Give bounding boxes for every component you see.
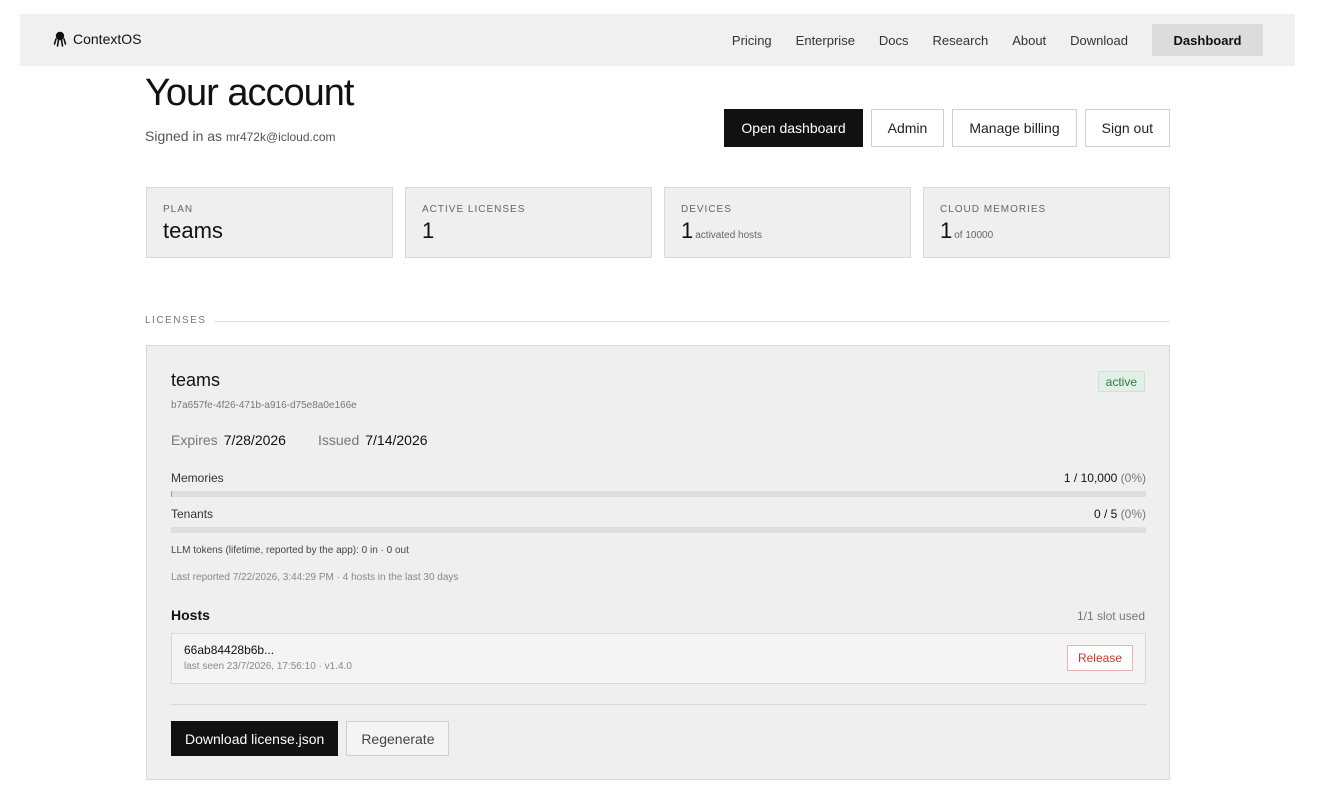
stat-label: CLOUD MEMORIES — [940, 204, 1047, 215]
nav-research[interactable]: Research — [933, 33, 989, 48]
manage-billing-button[interactable]: Manage billing — [952, 109, 1077, 147]
nav-pricing[interactable]: Pricing — [732, 33, 772, 48]
host-id: 66ab84428b6b... — [184, 643, 275, 657]
stat-number: teams — [163, 218, 223, 243]
last-reported-text: Last reported 7/22/2026, 3:44:29 PM · 4 … — [171, 572, 459, 583]
stat-value: 1 activated hosts — [681, 219, 894, 248]
section-divider — [214, 321, 1170, 322]
status-badge: active — [1097, 371, 1145, 392]
license-id: b7a657fe-4f26-471b-a916-d75e8a0e166e — [171, 400, 357, 411]
top-nav: ContextOS Pricing Enterprise Docs Resear… — [20, 14, 1295, 66]
nav-links: Pricing Enterprise Docs Research About D… — [732, 14, 1295, 66]
host-last-seen: last seen 23/7/2026, 17:56:10 · v1.4.0 — [184, 661, 352, 672]
expires-field: Expires 7/28/2026 — [171, 432, 286, 448]
regenerate-button[interactable]: Regenerate — [346, 721, 450, 756]
license-dates: Expires 7/28/2026 Issued 7/14/2026 — [171, 432, 428, 448]
card-divider — [171, 704, 1146, 705]
sign-out-button[interactable]: Sign out — [1084, 109, 1170, 147]
license-card: teams b7a657fe-4f26-471b-a916-d75e8a0e16… — [146, 345, 1170, 780]
tenants-meter: Tenants 0 / 5 (0%) — [171, 507, 1146, 533]
nav-docs[interactable]: Docs — [879, 33, 909, 48]
tenants-label: Tenants — [171, 507, 214, 521]
nav-about[interactable]: About — [1012, 33, 1046, 48]
issued-label: Issued — [317, 432, 360, 448]
octopus-icon — [53, 31, 67, 47]
license-actions: Download license.json Regenerate — [171, 721, 450, 756]
open-dashboard-button[interactable]: Open dashboard — [724, 109, 863, 147]
nav-enterprise[interactable]: Enterprise — [796, 33, 855, 48]
stat-sub: of 10000 — [954, 230, 994, 241]
issued-value: 7/14/2026 — [365, 432, 428, 448]
stat-devices: DEVICES 1 activated hosts — [664, 187, 911, 258]
expires-value: 7/28/2026 — [223, 432, 286, 448]
stat-number: 1 — [422, 218, 435, 243]
memories-progress-bar — [171, 491, 1146, 497]
account-actions: Open dashboard Admin Manage billing Sign… — [724, 109, 1170, 147]
stat-label: PLAN — [163, 204, 194, 215]
account-email: mr472k@icloud.com — [225, 130, 336, 144]
stat-label: ACTIVE LICENSES — [422, 204, 526, 215]
signed-in-prefix: Signed in as — [145, 128, 223, 144]
stat-number: 1 — [681, 218, 694, 243]
tenants-percent: (0%) — [1120, 507, 1146, 521]
issued-field: Issued 7/14/2026 — [318, 432, 428, 448]
page-title: Your account — [145, 72, 354, 114]
stat-cloud-memories: CLOUD MEMORIES 1 of 10000 — [923, 187, 1170, 258]
stat-number: 1 — [940, 218, 953, 243]
licenses-section-label: LICENSES — [145, 315, 207, 326]
llm-tokens-text: LLM tokens (lifetime, reported by the ap… — [171, 545, 409, 556]
stat-value: teams — [163, 219, 376, 243]
tenants-value: 0 / 5 — [1093, 507, 1118, 521]
slots-used: 1/1 slot used — [1076, 609, 1145, 623]
host-row: 66ab84428b6b... last seen 23/7/2026, 17:… — [171, 633, 1146, 684]
stat-active-licenses: ACTIVE LICENSES 1 — [405, 187, 652, 258]
memories-percent: (0%) — [1120, 471, 1146, 485]
memories-value: 1 / 10,000 — [1063, 471, 1118, 485]
stat-value: 1 — [422, 219, 635, 243]
nav-dashboard-button[interactable]: Dashboard — [1152, 24, 1263, 56]
signed-in-text: Signed in as mr472k@icloud.com — [145, 128, 336, 144]
stat-label: DEVICES — [681, 204, 732, 215]
stat-value: 1 of 10000 — [940, 219, 1153, 248]
stat-plan: PLAN teams — [146, 187, 393, 258]
admin-button[interactable]: Admin — [870, 109, 945, 147]
hosts-title: Hosts — [171, 607, 210, 623]
release-host-button[interactable]: Release — [1066, 645, 1133, 671]
brand-name: ContextOS — [73, 31, 142, 47]
expires-label: Expires — [171, 432, 218, 448]
memories-meter: Memories 1 / 10,000 (0%) — [171, 471, 1146, 497]
brand-link[interactable]: ContextOS — [53, 31, 141, 47]
stat-sub: activated hosts — [695, 230, 762, 241]
download-license-button[interactable]: Download license.json — [171, 721, 339, 756]
nav-download[interactable]: Download — [1070, 33, 1128, 48]
tenants-progress-bar — [171, 527, 1146, 533]
memories-label: Memories — [171, 471, 224, 485]
license-name: teams — [171, 370, 221, 390]
